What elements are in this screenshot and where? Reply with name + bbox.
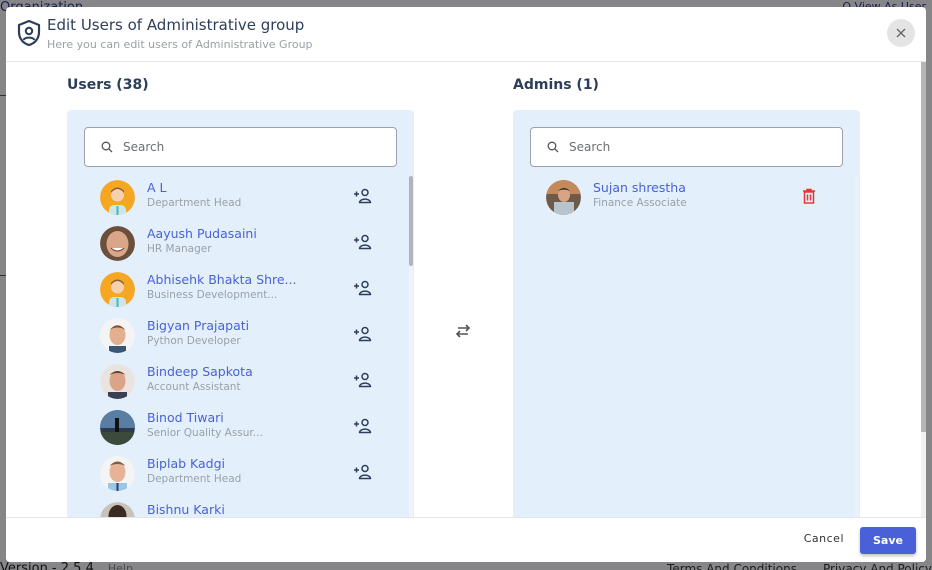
admins-search[interactable] — [530, 127, 843, 167]
admins-search-input[interactable] — [569, 140, 819, 154]
user-name[interactable]: Bindeep Sapkota — [147, 364, 253, 379]
modal-body-scroll-thumb[interactable] — [921, 62, 926, 432]
modal-body-scrollbar[interactable] — [921, 62, 926, 517]
user-list-item: Aayush Pudasaini HR Manager — [67, 222, 414, 268]
user-name[interactable]: Abhisehk Bhakta Shre... — [147, 272, 296, 287]
edit-users-modal: Edit Users of Administrative group Here … — [6, 7, 926, 562]
modal-footer: Cancel Save — [6, 517, 926, 562]
cancel-button[interactable]: Cancel — [804, 532, 844, 545]
add-user-button[interactable] — [350, 230, 376, 254]
users-search[interactable] — [84, 127, 397, 167]
add-user-icon — [354, 464, 372, 480]
avatar — [100, 180, 135, 215]
modal-header: Edit Users of Administrative group Here … — [6, 7, 926, 62]
modal-title: Edit Users of Administrative group — [47, 16, 305, 34]
admin-name[interactable]: Sujan shrestha — [593, 180, 686, 195]
save-button[interactable]: Save — [860, 527, 916, 554]
avatar — [100, 226, 135, 261]
admins-heading: Admins (1) — [513, 77, 599, 93]
user-name[interactable]: A L — [147, 180, 167, 195]
remove-admin-button[interactable] — [796, 184, 822, 208]
avatar — [100, 364, 135, 399]
user-name[interactable]: Bigyan Prajapati — [147, 318, 249, 333]
close-icon — [896, 28, 906, 38]
avatar — [100, 456, 135, 491]
user-role: Department Head — [147, 197, 242, 209]
add-user-button[interactable] — [350, 322, 376, 346]
search-icon — [101, 141, 113, 153]
admins-panel: Sujan shrestha Finance Associate — [513, 110, 860, 530]
user-name[interactable]: Biplab Kadgi — [147, 456, 225, 471]
add-user-button[interactable] — [350, 414, 376, 438]
avatar — [100, 410, 135, 445]
add-user-icon — [354, 188, 372, 204]
add-user-button[interactable] — [350, 368, 376, 392]
trash-icon — [803, 188, 815, 204]
add-user-icon — [354, 418, 372, 434]
shield-user-icon — [17, 19, 41, 47]
users-panel: A L Department Head Aayush Pudasaini HR … — [67, 110, 414, 530]
add-user-icon — [354, 234, 372, 250]
search-icon — [547, 141, 559, 153]
user-list-item: Bindeep Sapkota Account Assistant — [67, 360, 414, 406]
add-user-button[interactable] — [350, 276, 376, 300]
users-search-input[interactable] — [123, 140, 373, 154]
avatar — [100, 318, 135, 353]
add-user-icon — [354, 372, 372, 388]
user-name[interactable]: Binod Tiwari — [147, 410, 224, 425]
admins-list-scrollbar[interactable] — [855, 176, 859, 530]
add-user-icon — [354, 326, 372, 342]
modal-body: Users (38) A L Department Head — [6, 62, 926, 530]
close-button[interactable] — [887, 19, 915, 47]
user-role: HR Manager — [147, 243, 212, 255]
user-role: Department Head — [147, 473, 242, 485]
user-name[interactable]: Aayush Pudasaini — [147, 226, 257, 241]
avatar — [546, 180, 581, 215]
admins-list: Sujan shrestha Finance Associate — [513, 176, 860, 530]
add-user-button[interactable] — [350, 460, 376, 484]
user-role: Senior Quality Assur... — [147, 427, 263, 439]
user-role: Business Development... — [147, 289, 278, 301]
swap-arrows-icon — [455, 324, 471, 338]
user-list-item: Abhisehk Bhakta Shre... Business Develop… — [67, 268, 414, 314]
avatar — [100, 272, 135, 307]
user-role: Python Developer — [147, 335, 241, 347]
user-list-item: Bigyan Prajapati Python Developer — [67, 314, 414, 360]
add-user-icon — [354, 280, 372, 296]
user-list-item: A L Department Head — [67, 176, 414, 222]
user-name[interactable]: Bishnu Karki — [147, 502, 225, 517]
user-role: Account Assistant — [147, 381, 241, 393]
admin-list-item: Sujan shrestha Finance Associate — [513, 176, 860, 222]
user-list-item: Biplab Kadgi Department Head — [67, 452, 414, 498]
users-heading: Users (38) — [67, 77, 149, 93]
user-list-item: Binod Tiwari Senior Quality Assur... — [67, 406, 414, 452]
modal-subtitle: Here you can edit users of Administrativ… — [47, 38, 313, 51]
admin-role: Finance Associate — [593, 197, 687, 209]
users-list: A L Department Head Aayush Pudasaini HR … — [67, 176, 414, 530]
add-user-button[interactable] — [350, 184, 376, 208]
